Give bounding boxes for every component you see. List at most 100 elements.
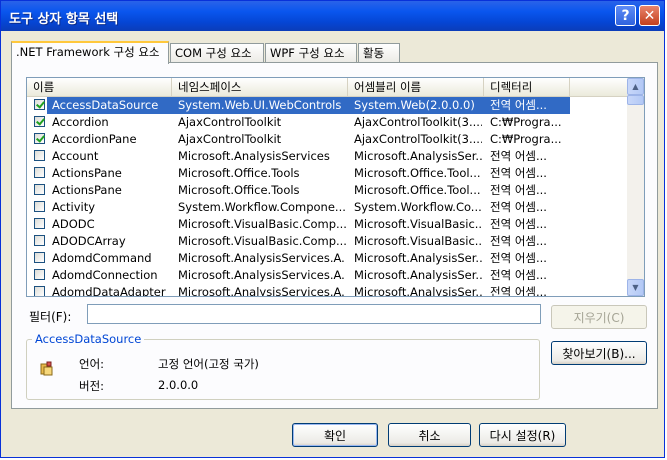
cell-directory: 전역 어셈... (490, 149, 547, 163)
list-row[interactable]: Activity System.Workflow.Compone... System… (27, 199, 627, 216)
cell-assembly: Microsoft.Office.Tool... (354, 166, 481, 180)
vertical-scrollbar[interactable]: ▲ ▼ (627, 78, 644, 296)
cell-directory: 전역 어셈... (490, 217, 547, 231)
cell-directory: 전역 어셈... (490, 234, 547, 248)
cell-name: Activity (52, 200, 96, 214)
list-row[interactable]: AdomdDataAdapter Microsoft.AnalysisServic… (27, 284, 627, 297)
cell-assembly: Microsoft.VisualBasic... (354, 234, 482, 248)
component-icon (40, 361, 53, 376)
cell-name: AdomdCommand (52, 251, 152, 265)
details-group-title: AccessDataSource (32, 332, 145, 346)
cell-namespace: System.Web.UI.WebControls (178, 98, 342, 112)
list-row[interactable]: Account Microsoft.AnalysisServices Microso… (27, 148, 627, 165)
filter-label: 필터(F): (29, 310, 72, 324)
help-button[interactable]: ? (615, 5, 636, 26)
list-row[interactable]: AccordionPane AjaxControlToolkit AjaxContr… (27, 131, 627, 148)
browse-button[interactable]: 찾아보기(B)... (551, 341, 647, 365)
row-checkbox[interactable] (34, 269, 45, 280)
cell-namespace: System.Workflow.Compone... (178, 200, 346, 214)
list-row[interactable]: AccessDataSource System.Web.UI.WebControl… (27, 97, 627, 114)
cell-assembly: Microsoft.AnalysisSer... (354, 268, 482, 282)
list-row[interactable]: ADODCArray Microsoft.VisualBasic.Comp... M… (27, 233, 627, 250)
column-header-name[interactable]: 이름 (27, 78, 172, 96)
cell-namespace: Microsoft.VisualBasic.Comp... (178, 217, 346, 231)
cell-namespace: AjaxControlToolkit (178, 115, 282, 129)
cell-directory: 전역 어셈... (490, 98, 547, 112)
scroll-down-icon[interactable]: ▼ (627, 279, 644, 296)
choose-toolbox-items-dialog: 도구 상자 항목 선택 ? ✕ .NET Framework 구성 요소 COM… (0, 0, 665, 458)
row-checkbox[interactable] (34, 150, 45, 161)
list-row[interactable]: Accordion AjaxControlToolkit AjaxControlTo… (27, 114, 627, 131)
cell-name: Account (52, 149, 99, 163)
tab-com-components[interactable]: COM 구성 요소 (170, 43, 264, 62)
cell-assembly: AjaxControlToolkit(3.... (354, 132, 482, 146)
cell-directory: 전역 어셈... (490, 268, 547, 282)
version-label: 버전: (79, 379, 105, 393)
column-header-assembly[interactable]: 어셈블리 이름 (348, 78, 484, 96)
scroll-thumb[interactable] (627, 95, 644, 105)
row-checkbox[interactable] (34, 235, 45, 246)
tab-wpf-components[interactable]: WPF 구성 요소 (265, 43, 357, 62)
cell-directory: C:₩Progra... (490, 132, 562, 146)
window-title: 도구 상자 항목 선택 (9, 12, 119, 27)
cell-namespace: Microsoft.Office.Tools (178, 183, 300, 197)
cell-assembly: Microsoft.Office.Tool... (354, 183, 481, 197)
list-row[interactable]: ActionsPane Microsoft.Office.Tools Microso… (27, 165, 627, 182)
component-list[interactable]: 이름 네임스페이스 어셈블리 이름 디렉터리 AccessDataSource S… (26, 77, 645, 297)
list-row[interactable]: ActionsPane Microsoft.Office.Tools Microso… (27, 182, 627, 199)
clear-button[interactable]: 지우기(C) (551, 305, 647, 329)
cell-directory: 전역 어셈... (490, 251, 547, 265)
column-header-namespace[interactable]: 네임스페이스 (172, 78, 348, 96)
title-bar: 도구 상자 항목 선택 ? ✕ (1, 1, 664, 31)
cell-name: Accordion (52, 115, 109, 129)
cell-directory: 전역 어셈... (490, 200, 547, 214)
cell-name: ADODCArray (52, 234, 126, 248)
ok-button[interactable]: 확인 (292, 423, 378, 447)
cell-assembly: AjaxControlToolkit(3.... (354, 115, 482, 129)
cell-name: ActionsPane (52, 183, 122, 197)
cell-directory: 전역 어셈... (490, 183, 547, 197)
cell-namespace: Microsoft.AnalysisServices.A... (178, 268, 346, 282)
cell-directory: C:₩Progra... (490, 115, 562, 129)
cell-namespace: Microsoft.AnalysisServices.A... (178, 251, 346, 265)
tab-activities[interactable]: 활동 (358, 43, 400, 62)
cell-assembly: Microsoft.VisualBasic... (354, 217, 482, 231)
cell-namespace: AjaxControlToolkit (178, 132, 282, 146)
row-checkbox[interactable] (34, 252, 45, 263)
scroll-up-icon[interactable]: ▲ (627, 78, 644, 95)
cell-name: AccessDataSource (52, 98, 159, 112)
close-button[interactable]: ✕ (639, 5, 660, 26)
tab-dotnet-components[interactable]: .NET Framework 구성 요소 (11, 41, 169, 64)
cell-namespace: Microsoft.Office.Tools (178, 166, 300, 180)
row-checkbox[interactable] (34, 167, 45, 178)
row-checkbox[interactable] (34, 201, 45, 212)
cell-directory: 전역 어셈... (490, 285, 547, 297)
list-header: 이름 네임스페이스 어셈블리 이름 디렉터리 (27, 78, 627, 97)
filter-input[interactable] (87, 304, 541, 324)
list-row[interactable]: AdomdConnection Microsoft.AnalysisService… (27, 267, 627, 284)
column-header-directory[interactable]: 디렉터리 (484, 78, 570, 96)
cell-name: AccordionPane (52, 132, 137, 146)
cell-name: ActionsPane (52, 166, 122, 180)
language-label: 언어: (79, 357, 105, 371)
cell-assembly: Microsoft.AnalysisSer... (354, 251, 482, 265)
cancel-button[interactable]: 취소 (388, 423, 471, 447)
cell-assembly: Microsoft.AnalysisSer... (354, 149, 482, 163)
cell-name: AdomdConnection (52, 268, 158, 282)
row-checkbox[interactable] (34, 99, 45, 110)
cell-directory: 전역 어셈... (490, 166, 547, 180)
row-checkbox[interactable] (34, 218, 45, 229)
version-value: 2.0.0.0 (158, 378, 199, 392)
list-row[interactable]: ADODC Microsoft.VisualBasic.Comp... Micros… (27, 216, 627, 233)
cell-name: AdomdDataAdapter (52, 285, 166, 297)
row-checkbox[interactable] (34, 184, 45, 195)
row-checkbox[interactable] (34, 116, 45, 127)
list-row[interactable]: AdomdCommand Microsoft.AnalysisServices.A… (27, 250, 627, 267)
reset-button[interactable]: 다시 설정(R) (479, 423, 566, 447)
cell-assembly: System.Workflow.Co... (354, 200, 482, 214)
row-checkbox[interactable] (34, 133, 45, 144)
cell-assembly: Microsoft.AnalysisSer... (354, 285, 482, 297)
row-checkbox[interactable] (34, 286, 45, 296)
cell-assembly: System.Web(2.0.0.0) (354, 98, 475, 112)
cell-namespace: Microsoft.VisualBasic.Comp... (178, 234, 346, 248)
